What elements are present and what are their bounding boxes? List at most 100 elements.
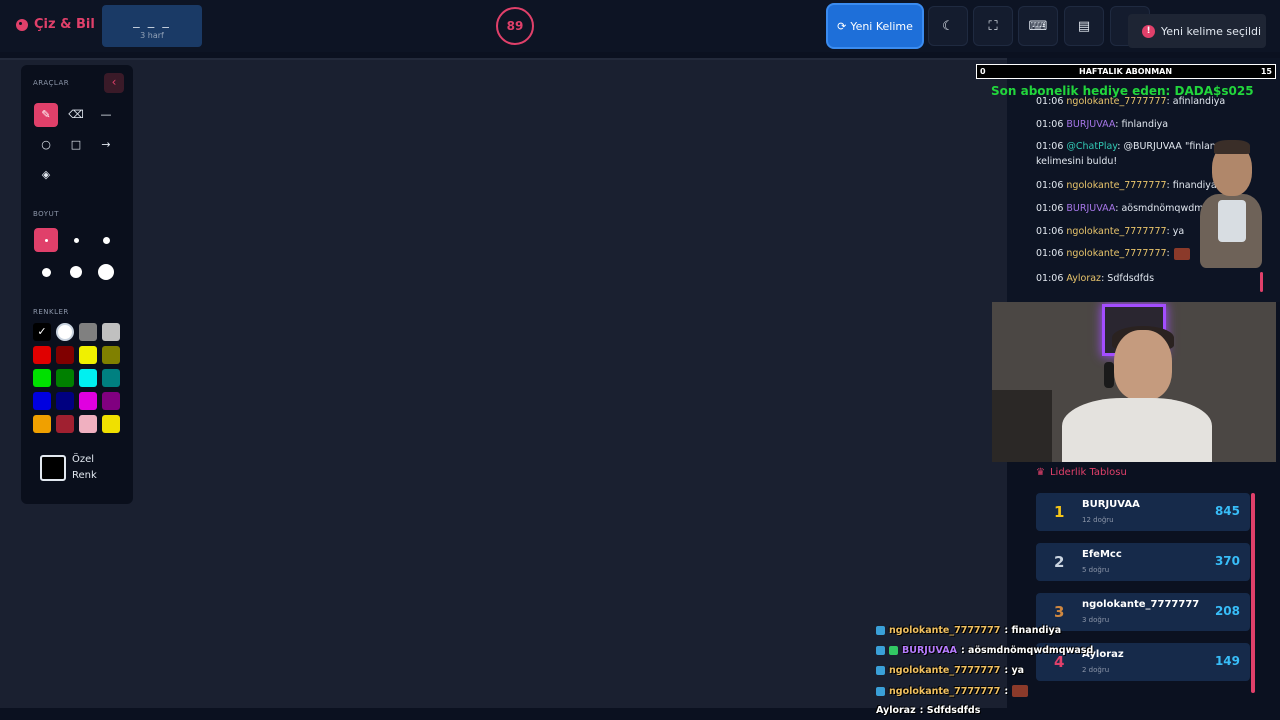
crown-icon: ♛ xyxy=(1036,467,1045,478)
leaderboard-correct-count: 3 doğru xyxy=(1082,616,1110,624)
chat-username[interactable]: @ChatPlay xyxy=(1066,141,1117,152)
size-option-4[interactable] xyxy=(34,260,58,284)
stream-chat-text: : ya xyxy=(1004,665,1025,676)
leaderboard-correct-count: 2 doğru xyxy=(1082,666,1110,674)
leaderboard-scrollbar[interactable] xyxy=(1251,493,1255,693)
fill-tool-button[interactable]: ◈ xyxy=(34,163,58,187)
rectangle-icon: □ xyxy=(70,138,82,151)
color-swatch[interactable]: ✓ xyxy=(33,323,51,341)
stream-chat-text: : aösmdnömqwdmqwasd xyxy=(960,645,1094,656)
archive-button[interactable]: ▤ xyxy=(1064,6,1104,46)
size-option-1[interactable] xyxy=(34,228,58,252)
color-swatch[interactable] xyxy=(56,415,74,433)
top-bar: Çiz & Bil _ _ _ 3 harf 89 ⟳ Yeni Kelime … xyxy=(0,0,1280,52)
stream-chat-text: : finandiya xyxy=(1004,625,1062,636)
new-word-button[interactable]: ⟳ Yeni Kelime xyxy=(826,3,924,49)
paint-bucket-icon: ◈ xyxy=(41,168,51,181)
fullscreen-icon: ⛶ xyxy=(988,18,998,34)
color-swatch[interactable] xyxy=(33,346,51,364)
leaderboard-score: 370 xyxy=(1214,554,1240,568)
color-swatch[interactable] xyxy=(33,369,51,387)
color-swatch[interactable] xyxy=(79,323,97,341)
theme-toggle-button[interactable]: ☾ xyxy=(928,6,968,46)
color-swatch[interactable] xyxy=(79,346,97,364)
leaderboard-title: ♛ Liderlik Tablosu xyxy=(1036,467,1127,478)
stream-chat-text: : xyxy=(1004,685,1009,697)
leaderboard-rank: 1 xyxy=(1054,503,1065,521)
keyboard-icon: ⌨ xyxy=(1028,18,1048,34)
colors-section-title: RENKLER xyxy=(33,308,69,316)
leaderboard-title-text: Liderlik Tablosu xyxy=(1049,467,1127,478)
chat-username[interactable]: Ayloraz xyxy=(1066,273,1101,284)
chat-username[interactable]: ngolokante_7777777 xyxy=(1066,226,1166,237)
chat-scrollbar[interactable] xyxy=(1260,272,1263,292)
chat-username[interactable]: ngolokante_7777777 xyxy=(1066,180,1166,191)
chat-username[interactable]: ngolokante_7777777 xyxy=(1066,248,1166,259)
stream-chat-username: ngolokante_7777777 xyxy=(889,685,1001,697)
brush-tool-button[interactable]: ✎ xyxy=(34,103,58,127)
size-option-5[interactable] xyxy=(64,260,88,284)
app-title: Çiz & Bil xyxy=(34,17,95,32)
chat-timestamp: 01:06 xyxy=(1036,203,1067,214)
eraser-tool-button[interactable]: ⌫ xyxy=(64,103,88,127)
line-tool-button[interactable]: — xyxy=(94,103,118,127)
circle-icon: ○ xyxy=(41,138,51,151)
chevron-left-icon: ‹ xyxy=(111,75,117,89)
color-swatch[interactable] xyxy=(79,392,97,410)
webcam-feed xyxy=(992,302,1276,462)
color-swatch[interactable] xyxy=(33,415,51,433)
size-option-3[interactable] xyxy=(94,228,118,252)
color-swatch[interactable] xyxy=(102,369,120,387)
badge-icon xyxy=(876,666,885,675)
color-swatch[interactable] xyxy=(79,369,97,387)
circle-tool-button[interactable]: ○ xyxy=(34,133,58,157)
brush-icon: ✎ xyxy=(41,108,51,121)
line-icon: — xyxy=(100,108,112,121)
chat-username[interactable]: BURJUVAA xyxy=(1066,119,1115,130)
chat-timestamp: 01:06 xyxy=(1036,141,1067,152)
tools-section-title: ARAÇLAR xyxy=(33,79,70,87)
word-blanks: _ _ _ xyxy=(133,14,171,29)
custom-color-label[interactable]: Özel Renk xyxy=(72,452,97,484)
stream-chat-line: BURJUVAA : aösmdnömqwdmqwasd xyxy=(876,645,1093,656)
emote-icon xyxy=(1012,685,1029,697)
emote-icon xyxy=(1173,247,1190,260)
app-logo[interactable]: Çiz & Bil xyxy=(16,17,95,32)
word-hint: _ _ _ 3 harf xyxy=(102,5,202,47)
size-option-6[interactable] xyxy=(94,260,118,284)
chat-username[interactable]: BURJUVAA xyxy=(1066,203,1115,214)
color-swatch[interactable] xyxy=(102,346,120,364)
leaderboard-name: EfeMcc xyxy=(1082,549,1122,560)
stream-chat-text: : Sdfdsdfds xyxy=(919,705,981,716)
stream-chat-line: ngolokante_7777777 : ya xyxy=(876,665,1024,676)
color-swatch[interactable] xyxy=(102,392,120,410)
color-swatch[interactable] xyxy=(56,369,74,387)
chat-message: 01:06 BURJUVAA: finlandiya xyxy=(1036,117,1231,132)
leaderboard-rank: 2 xyxy=(1054,553,1065,571)
chat-text: : xyxy=(1166,248,1170,259)
sub-goal-title: HAFTALIK ABONMAN xyxy=(1079,67,1173,76)
color-swatch[interactable] xyxy=(102,415,120,433)
color-swatch[interactable] xyxy=(56,346,74,364)
arrow-tool-button[interactable]: → xyxy=(94,133,118,157)
streamer-cutout-image xyxy=(1200,140,1262,270)
color-swatch[interactable] xyxy=(33,392,51,410)
color-swatch[interactable] xyxy=(56,323,74,341)
drawing-canvas[interactable] xyxy=(0,58,1007,708)
refresh-icon: ⟳ xyxy=(837,19,847,33)
keyboard-button[interactable]: ⌨ xyxy=(1018,6,1058,46)
custom-color-picker[interactable] xyxy=(40,455,66,481)
color-swatch[interactable] xyxy=(102,323,120,341)
chat-timestamp: 01:06 xyxy=(1036,226,1067,237)
leaderboard-score: 149 xyxy=(1214,654,1240,668)
leaderboard-correct-count: 5 doğru xyxy=(1082,566,1110,574)
rectangle-tool-button[interactable]: □ xyxy=(64,133,88,157)
sub-goal-start: 0 xyxy=(980,67,986,76)
fullscreen-button[interactable]: ⛶ xyxy=(973,6,1013,46)
leaderboard-correct-count: 12 doğru xyxy=(1082,516,1114,524)
size-option-2[interactable] xyxy=(64,228,88,252)
color-swatch[interactable] xyxy=(56,392,74,410)
chat-timestamp: 01:06 xyxy=(1036,273,1067,284)
collapse-panel-button[interactable]: ‹ xyxy=(104,73,124,93)
color-swatch[interactable] xyxy=(79,415,97,433)
